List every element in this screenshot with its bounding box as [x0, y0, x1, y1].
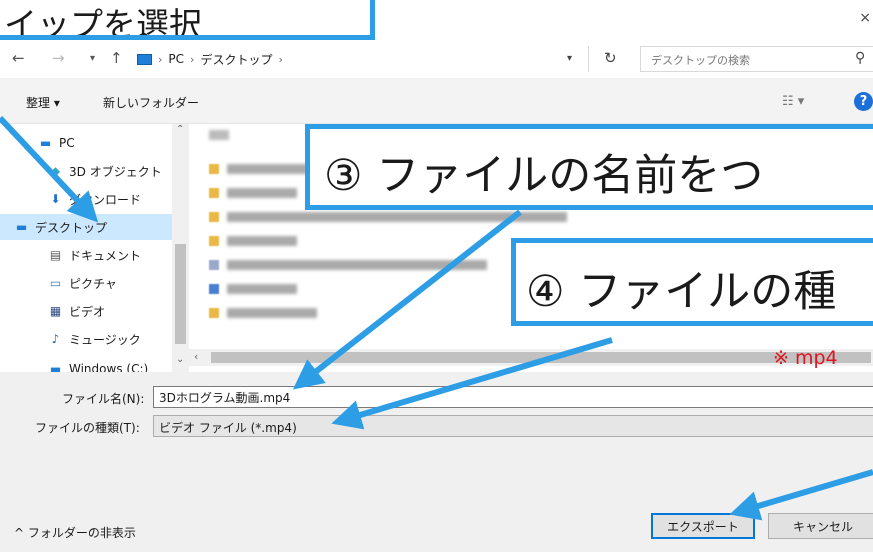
filetype-label: ファイルの種類(T):: [35, 421, 140, 435]
callout-step4: ④ ファイルの種: [511, 238, 873, 326]
callout-text: イップを選択: [4, 5, 202, 40]
chevron-right-icon[interactable]: ›: [278, 53, 282, 66]
file-icon: [209, 284, 219, 294]
music-icon: ♪: [51, 332, 60, 346]
chevron-down-icon[interactable]: ⌄: [176, 354, 184, 365]
forward-arrow-icon[interactable]: →: [52, 49, 65, 67]
search-input[interactable]: デスクトップの検索 ⚲: [640, 46, 873, 72]
sidebar-item-label: デスクトップ: [35, 220, 108, 235]
sidebar-item-documents[interactable]: ▤ ドキュメント: [0, 242, 172, 268]
refresh-icon[interactable]: ↻: [604, 49, 617, 67]
list-item[interactable]: [227, 284, 297, 294]
sidebar-item-label: ダウンロード: [69, 192, 142, 207]
back-arrow-icon[interactable]: ←: [12, 49, 25, 67]
list-item[interactable]: [227, 236, 297, 246]
sidebar-item-pictures[interactable]: ▭ ピクチャ: [0, 270, 172, 296]
breadcrumb-desktop[interactable]: デスクトップ: [200, 51, 272, 68]
download-icon: ⬇: [50, 192, 61, 206]
drive-icon: ▬: [49, 362, 62, 372]
sidebar-item-3d-objects[interactable]: ◆ 3D オブジェクト: [0, 158, 172, 184]
address-bar: ← → ▾ ↑ › PC › デスクトップ › ▾ ↻ デスクトップの検索 ⚲: [0, 40, 873, 78]
up-arrow-icon[interactable]: ↑: [110, 49, 123, 67]
video-icon: ▦: [49, 304, 62, 318]
cancel-button[interactable]: キャンセル: [768, 513, 873, 539]
filename-field[interactable]: 3Dホログラム動画.mp4: [153, 386, 873, 408]
folder-icon: [209, 164, 219, 174]
breadcrumb-pc[interactable]: PC: [168, 52, 184, 66]
divider: [588, 46, 589, 72]
new-folder-button[interactable]: 新しいフォルダー: [103, 94, 199, 111]
3d-objects-icon: ◆: [50, 164, 61, 178]
folder-icon: [209, 212, 219, 222]
chevron-right-icon[interactable]: ›: [158, 53, 162, 66]
sidebar-item-label: ビデオ: [69, 304, 106, 319]
close-icon[interactable]: ×: [859, 10, 871, 26]
navigation-pane: ▬ PC ◆ 3D オブジェクト ⬇ ダウンロード ▬ デスクトップ ▤ ドキュ…: [0, 124, 172, 372]
list-item[interactable]: [227, 212, 567, 222]
scroll-thumb[interactable]: [211, 352, 871, 363]
sidebar-item-label: ピクチャ: [69, 276, 117, 291]
sidebar-item-label: ミュージック: [69, 332, 141, 347]
document-icon: ▤: [49, 248, 62, 262]
breadcrumb[interactable]: › PC › デスクトップ ›: [132, 46, 582, 72]
recent-locations-chevron-icon[interactable]: ▾: [90, 53, 95, 64]
sidebar-item-downloads[interactable]: ⬇ ダウンロード: [0, 186, 172, 212]
folder-icon: [209, 188, 219, 198]
command-bar: 整理 ▾ 新しいフォルダー ☷ ▾ ?: [0, 78, 873, 124]
list-item[interactable]: [227, 260, 487, 270]
sidebar-item-music[interactable]: ♪ ミュージック: [0, 326, 172, 352]
nav-scrollbar[interactable]: ⌃ ⌄: [172, 124, 189, 372]
sidebar-item-label: ドキュメント: [69, 248, 142, 263]
folder-icon: [209, 308, 219, 318]
folder-icon: [209, 236, 219, 246]
desktop-icon: ▬: [15, 220, 28, 234]
column-header: [209, 130, 229, 140]
chevron-left-icon[interactable]: ‹: [194, 350, 198, 363]
pc-icon: ▬: [39, 136, 52, 150]
filetype-select[interactable]: ビデオ ファイル (*.mp4): [153, 415, 873, 437]
pictures-icon: ▭: [49, 276, 62, 290]
filename-label: ファイル名(N):: [62, 392, 145, 406]
file-icon: [209, 260, 219, 270]
sidebar-item-label: 3D オブジェクト: [69, 164, 162, 179]
search-icon[interactable]: ⚲: [855, 50, 865, 66]
sidebar-item-windows-c[interactable]: ▬ Windows (C:): [0, 356, 172, 372]
hide-folders-button[interactable]: ^ フォルダーの非表示: [14, 524, 136, 541]
save-panel: ファイル名(N): 3Dホログラム動画.mp4 ファイルの種類(T): ビデオ …: [0, 372, 873, 552]
callout-step3: ③ ファイルの名前をつ: [305, 124, 873, 210]
callout-text: ③ ファイルの名前をつ: [324, 151, 764, 201]
sidebar-item-videos[interactable]: ▦ ビデオ: [0, 298, 172, 324]
help-icon[interactable]: ?: [854, 92, 873, 111]
callout-select-desktop: イップを選択: [0, 0, 375, 40]
export-button[interactable]: エクスポート: [651, 513, 755, 539]
scroll-thumb[interactable]: [175, 244, 186, 344]
chevron-up-icon[interactable]: ⌃: [176, 124, 184, 135]
pc-icon: [137, 53, 152, 65]
list-item[interactable]: [227, 188, 297, 198]
view-options-icon[interactable]: ☷ ▾: [782, 94, 804, 109]
callout-text: ④ ファイルの種: [526, 267, 837, 317]
search-placeholder: デスクトップの検索: [651, 54, 750, 67]
sidebar-item-label: Windows (C:): [69, 362, 149, 372]
sidebar-item-pc[interactable]: ▬ PC: [0, 130, 172, 156]
sidebar-item-desktop[interactable]: ▬ デスクトップ: [0, 214, 172, 240]
list-item[interactable]: [227, 308, 317, 318]
address-dropdown-icon[interactable]: ▾: [567, 53, 572, 64]
callout-note: ※ mp4: [773, 347, 838, 369]
chevron-right-icon[interactable]: ›: [190, 53, 194, 66]
organize-menu[interactable]: 整理 ▾: [26, 94, 60, 111]
sidebar-item-label: PC: [59, 136, 75, 150]
horizontal-scrollbar[interactable]: ‹: [189, 349, 873, 366]
list-item[interactable]: [227, 164, 307, 174]
